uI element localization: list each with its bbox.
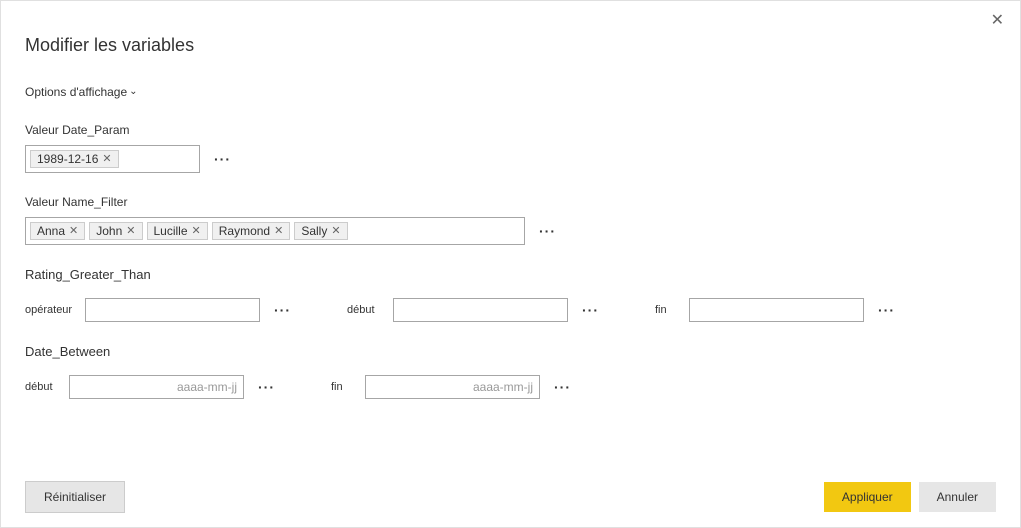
date-between-label: Date_Between xyxy=(25,344,996,359)
cancel-button[interactable]: Annuler xyxy=(919,482,996,512)
apply-button[interactable]: Appliquer xyxy=(824,482,911,512)
operator-more-button[interactable]: ··· xyxy=(270,303,295,317)
chevron-down-icon: ⌄ xyxy=(129,87,137,97)
operator-input[interactable] xyxy=(85,298,260,322)
rating-start-label: début xyxy=(347,304,383,316)
rating-end-input[interactable] xyxy=(689,298,864,322)
rating-start-input[interactable] xyxy=(393,298,568,322)
rating-start-more-button[interactable]: ··· xyxy=(578,303,603,317)
remove-token-icon[interactable]: ✕ xyxy=(102,154,111,165)
date-param-value: 1989-12-16 xyxy=(37,152,98,166)
name-filter-token: Raymond ✕ xyxy=(212,222,291,240)
name-filter-token: Lucille ✕ xyxy=(147,222,208,240)
remove-token-icon[interactable]: ✕ xyxy=(192,226,201,237)
name-filter-more-button[interactable]: ··· xyxy=(535,224,560,238)
name-filter-token: Sally ✕ xyxy=(294,222,347,240)
token-label: John xyxy=(96,224,122,238)
dialog-title: Modifier les variables xyxy=(25,35,996,56)
dialog-footer: Réinitialiser Appliquer Annuler xyxy=(1,469,1020,527)
token-label: Lucille xyxy=(154,224,188,238)
rating-end-more-button[interactable]: ··· xyxy=(874,303,899,317)
date-between-start-input[interactable] xyxy=(69,375,244,399)
name-filter-label: Valeur Name_Filter xyxy=(25,195,996,209)
token-label: Sally xyxy=(301,224,327,238)
name-filter-token: Anna ✕ xyxy=(30,222,85,240)
date-between-start-label: début xyxy=(25,381,59,393)
remove-token-icon[interactable]: ✕ xyxy=(69,226,78,237)
close-icon: ✕ xyxy=(991,12,1004,29)
token-label: Anna xyxy=(37,224,65,238)
date-between-start-more-button[interactable]: ··· xyxy=(254,380,279,394)
remove-token-icon[interactable]: ✕ xyxy=(331,226,340,237)
display-options-label: Options d'affichage xyxy=(25,85,127,99)
token-label: Raymond xyxy=(219,224,270,238)
rating-greater-label: Rating_Greater_Than xyxy=(25,267,996,282)
date-param-more-button[interactable]: ··· xyxy=(210,152,235,166)
date-between-end-more-button[interactable]: ··· xyxy=(550,380,575,394)
remove-token-icon[interactable]: ✕ xyxy=(274,226,283,237)
name-filter-token: John ✕ xyxy=(89,222,142,240)
name-filter-input[interactable]: Anna ✕ John ✕ Lucille ✕ Raymond ✕ Sally ✕ xyxy=(25,217,525,245)
close-button[interactable]: ✕ xyxy=(987,9,1008,33)
operator-label: opérateur xyxy=(25,304,75,316)
date-between-end-label: fin xyxy=(331,381,355,393)
date-param-token: 1989-12-16 ✕ xyxy=(30,150,119,168)
date-param-label: Valeur Date_Param xyxy=(25,123,996,137)
date-between-end-input[interactable] xyxy=(365,375,540,399)
rating-end-label: fin xyxy=(655,304,679,316)
reset-button[interactable]: Réinitialiser xyxy=(25,481,125,513)
remove-token-icon[interactable]: ✕ xyxy=(126,226,135,237)
date-param-input[interactable]: 1989-12-16 ✕ xyxy=(25,145,200,173)
display-options-toggle[interactable]: Options d'affichage ⌄ xyxy=(25,85,138,99)
edit-variables-dialog: ✕ Modifier les variables Options d'affic… xyxy=(1,1,1020,527)
